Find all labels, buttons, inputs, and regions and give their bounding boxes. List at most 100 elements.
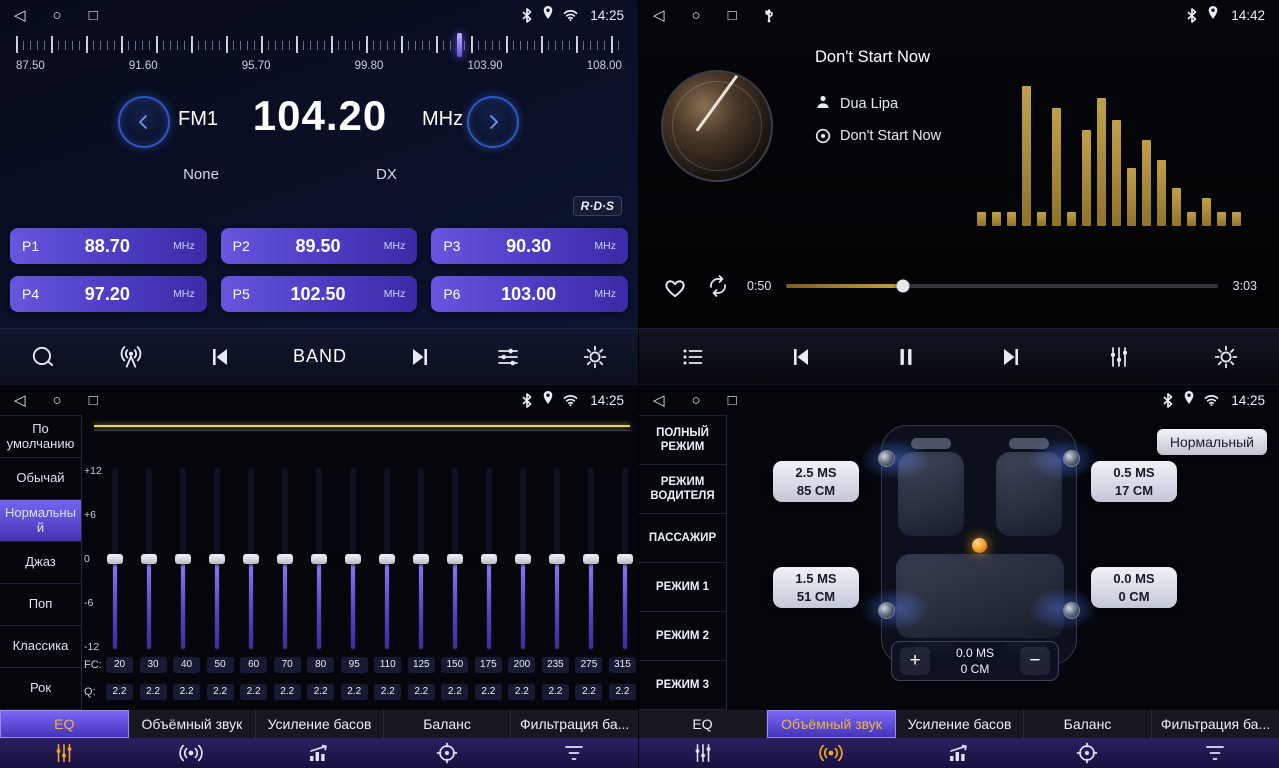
preset-button[interactable]: P2 89.50 MHz xyxy=(221,228,418,264)
tab-filter[interactable]: Фильтрация ба... xyxy=(1152,710,1279,738)
balance-tab-icon[interactable] xyxy=(1023,738,1151,768)
delay-front-right[interactable]: 0.5 MS 17 CM xyxy=(1091,461,1177,502)
repeat-button[interactable] xyxy=(704,274,732,298)
slider-knob[interactable] xyxy=(311,554,327,564)
eq-band-slider[interactable] xyxy=(344,469,362,649)
slider-knob[interactable] xyxy=(583,554,599,564)
back-icon[interactable]: ◁ xyxy=(653,391,665,409)
eq-band-slider[interactable] xyxy=(480,469,498,649)
recents-icon[interactable]: □ xyxy=(728,7,737,24)
eq-band-slider[interactable] xyxy=(276,469,294,649)
slider-knob[interactable] xyxy=(379,554,395,564)
scan-button[interactable] xyxy=(30,344,56,370)
progress-knob[interactable] xyxy=(896,280,909,293)
listening-mode-item[interactable]: ПАССАЖИР xyxy=(639,514,726,563)
preset-button[interactable]: P3 90.30 MHz xyxy=(431,228,628,264)
eq-preset-item[interactable]: По умолчанию xyxy=(0,416,81,458)
tab-surround[interactable]: Объёмный звук xyxy=(767,710,896,738)
listening-position-dot[interactable] xyxy=(972,538,987,553)
previous-station-button[interactable] xyxy=(206,345,232,369)
back-icon[interactable]: ◁ xyxy=(14,6,26,24)
listening-mode-item[interactable]: РЕЖИМ 2 xyxy=(639,612,726,661)
eq-preset-item[interactable]: Поп xyxy=(0,584,81,626)
slider-knob[interactable] xyxy=(345,554,361,564)
eq-band-slider[interactable] xyxy=(616,469,634,649)
eq-band-slider[interactable] xyxy=(140,469,158,649)
slider-knob[interactable] xyxy=(243,554,259,564)
bass-boost-tab-icon[interactable] xyxy=(255,738,383,768)
next-track-button[interactable] xyxy=(999,345,1025,369)
mixer-button[interactable] xyxy=(1106,345,1132,369)
preset-button[interactable]: P4 97.20 MHz xyxy=(10,276,207,312)
settings-gear-button[interactable] xyxy=(1213,344,1239,370)
tab-bass-boost[interactable]: Усиление басов xyxy=(256,710,384,738)
preset-button[interactable]: P5 102.50 MHz xyxy=(221,276,418,312)
eq-band-slider[interactable] xyxy=(242,469,260,649)
slider-knob[interactable] xyxy=(141,554,157,564)
slider-knob[interactable] xyxy=(413,554,429,564)
back-icon[interactable]: ◁ xyxy=(653,6,665,24)
eq-band-slider[interactable] xyxy=(514,469,532,649)
slider-knob[interactable] xyxy=(617,554,633,564)
band-button[interactable]: BAND xyxy=(293,346,347,367)
slider-knob[interactable] xyxy=(549,554,565,564)
eq-preset-item[interactable]: Обычай xyxy=(0,458,81,500)
eq-tab-icon[interactable] xyxy=(0,738,128,768)
delay-increase-button[interactable]: + xyxy=(900,647,930,675)
favorite-button[interactable] xyxy=(661,274,689,299)
playlist-button[interactable] xyxy=(680,345,706,369)
delay-rear-right[interactable]: 0.0 MS 0 CM xyxy=(1091,567,1177,608)
slider-knob[interactable] xyxy=(107,554,123,564)
dx-mode-label[interactable]: DX xyxy=(376,166,397,183)
profile-button[interactable]: Нормальный xyxy=(1157,429,1267,455)
listening-mode-item[interactable]: РЕЖИМ 1 xyxy=(639,563,726,612)
recents-icon[interactable]: □ xyxy=(89,392,98,409)
eq-tab-icon[interactable] xyxy=(639,738,767,768)
home-icon[interactable]: ○ xyxy=(692,7,701,24)
filter-tab-icon[interactable] xyxy=(1151,738,1279,768)
eq-band-slider[interactable] xyxy=(582,469,600,649)
tab-bass-boost[interactable]: Усиление басов xyxy=(896,710,1024,738)
tab-eq[interactable]: EQ xyxy=(639,710,767,738)
eq-band-slider[interactable] xyxy=(106,469,124,649)
tab-balance[interactable]: Баланс xyxy=(384,710,512,738)
listening-mode-item[interactable]: РЕЖИМ 3 xyxy=(639,661,726,710)
slider-knob[interactable] xyxy=(277,554,293,564)
eq-band-slider[interactable] xyxy=(208,469,226,649)
progress-bar[interactable] xyxy=(786,284,1217,288)
recents-icon[interactable]: □ xyxy=(89,7,98,24)
settings-gear-button[interactable] xyxy=(582,344,608,370)
eq-band-slider[interactable] xyxy=(548,469,566,649)
recents-icon[interactable]: □ xyxy=(728,392,737,409)
frequency-scale[interactable] xyxy=(16,34,622,56)
balance-tab-icon[interactable] xyxy=(383,738,511,768)
tuning-indicator[interactable] xyxy=(457,33,462,57)
bass-boost-tab-icon[interactable] xyxy=(895,738,1023,768)
delay-decrease-button[interactable]: − xyxy=(1020,647,1050,675)
slider-knob[interactable] xyxy=(175,554,191,564)
surround-tab-icon[interactable] xyxy=(128,738,256,768)
listening-mode-item[interactable]: ПОЛНЫЙ РЕЖИМ xyxy=(639,416,726,465)
tab-filter[interactable]: Фильтрация ба... xyxy=(511,710,638,738)
filter-tab-icon[interactable] xyxy=(510,738,638,768)
slider-knob[interactable] xyxy=(481,554,497,564)
slider-knob[interactable] xyxy=(209,554,225,564)
slider-knob[interactable] xyxy=(515,554,531,564)
tab-balance[interactable]: Баланс xyxy=(1024,710,1152,738)
tune-down-button[interactable] xyxy=(118,96,170,148)
tab-eq[interactable]: EQ xyxy=(0,710,129,738)
eq-preset-item[interactable]: Рок xyxy=(0,668,81,710)
pause-button[interactable] xyxy=(894,345,918,369)
next-station-button[interactable] xyxy=(408,345,434,369)
eq-band-slider[interactable] xyxy=(412,469,430,649)
preset-button[interactable]: P6 103.00 MHz xyxy=(431,276,628,312)
eq-preset-item[interactable]: Классика xyxy=(0,626,81,668)
listening-mode-item[interactable]: РЕЖИМ ВОДИТЕЛЯ xyxy=(639,465,726,514)
eq-band-slider[interactable] xyxy=(310,469,328,649)
surround-tab-icon[interactable] xyxy=(767,738,895,768)
home-icon[interactable]: ○ xyxy=(53,7,62,24)
eq-preset-item[interactable]: Джаз xyxy=(0,542,81,584)
eq-preset-item[interactable]: Нормальный xyxy=(0,500,81,542)
previous-track-button[interactable] xyxy=(787,345,813,369)
delay-front-left[interactable]: 2.5 MS 85 CM xyxy=(773,461,859,502)
